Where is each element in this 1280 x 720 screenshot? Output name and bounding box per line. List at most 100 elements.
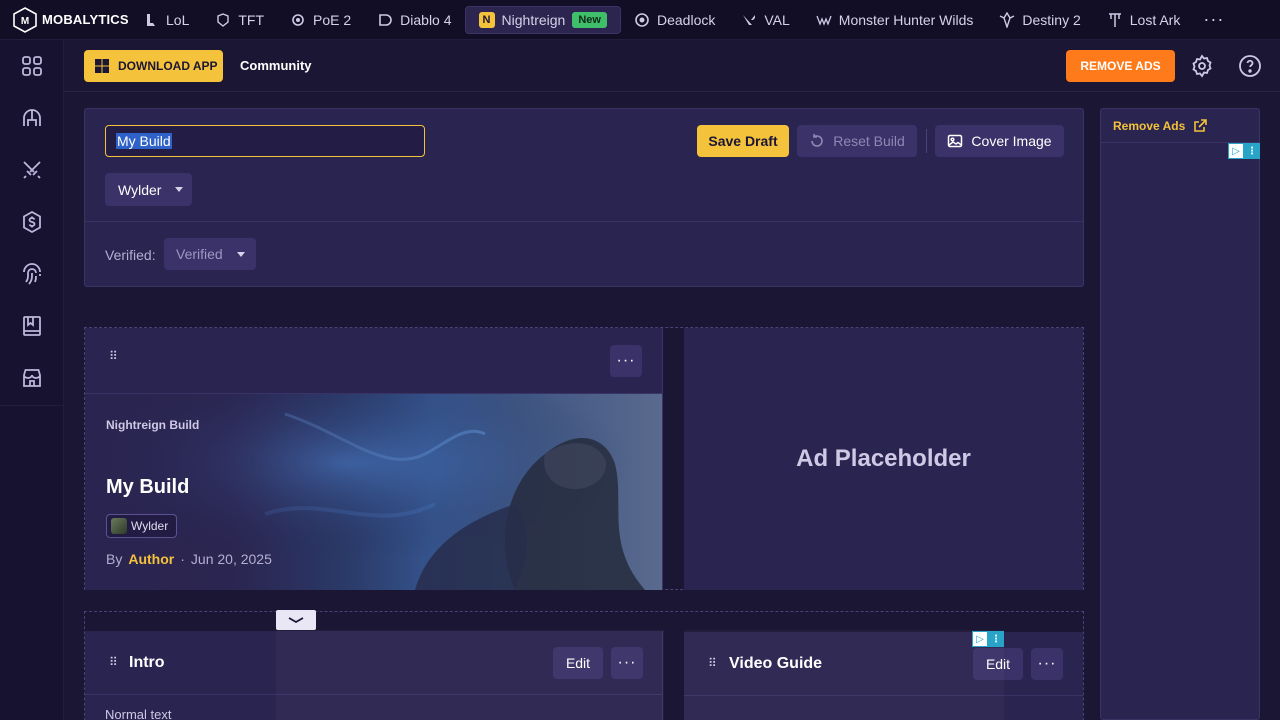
nightreign-icon: N [478,11,495,28]
nav-game-tft[interactable]: TFT [202,6,277,34]
more-games-icon[interactable]: ··· [1193,9,1234,30]
chevron-down-icon [175,187,184,192]
nav-game-val[interactable]: VAL [728,6,802,34]
author-link[interactable]: Author [128,551,174,567]
download-app-button[interactable]: DOWNLOAD APP [84,50,223,82]
reset-build-label: Reset Build [833,133,905,149]
adchoices-icon[interactable]: ▷ ⋮ [972,631,1004,647]
build-hero-panel: ⠿ ··· Nightreign Build My Build Wylder B… [85,328,663,590]
nav-game-label: TFT [238,11,265,28]
drag-handle-icon[interactable]: ⠿ [109,350,118,362]
class-select[interactable]: Wylder [105,173,192,206]
helmet-icon[interactable] [20,106,44,130]
top-nav: M MOBALYTICS LoL TFT PoE 2 Diablo 4 N Ni… [0,0,1280,40]
store-icon[interactable] [20,366,44,390]
remove-ads-link[interactable]: Remove Ads [1101,109,1259,143]
lol-icon [143,12,159,28]
nav-game-lol[interactable]: LoL [130,6,202,34]
ad-placeholder: Ad Placeholder [684,328,1083,590]
ad-sidebar: Remove Ads ▷ ⋮ [1100,108,1260,720]
nav-game-label: PoE 2 [313,11,352,28]
build-name-input[interactable]: My Build [105,125,425,157]
hero-title: My Build [106,476,190,498]
sub-bar: DOWNLOAD APP Community REMOVE ADS [64,40,1280,92]
class-avatar [111,518,127,534]
drag-handle-icon[interactable]: ⠿ [109,656,118,668]
hero-tag: Nightreign Build [106,418,200,432]
hover-overlay [276,630,664,720]
brand-name: MOBALYTICS [42,12,129,27]
byline-separator: · [180,551,185,567]
chevron-down-icon [288,617,304,624]
sidebar-divider [0,405,64,406]
community-link[interactable]: Community [240,58,312,73]
diablo4-icon [377,12,393,28]
nav-game-label: VAL [764,11,790,28]
lost-ark-icon [1107,12,1123,28]
save-draft-button[interactable]: Save Draft [697,125,789,157]
remove-ads-link-label: Remove Ads [1113,118,1186,133]
nav-game-label: Destiny 2 [1022,11,1081,28]
help-icon[interactable] [1238,54,1262,78]
hover-overlay [684,630,1004,720]
nav-game-mhw[interactable]: Monster Hunter Wilds [803,6,987,34]
destiny2-icon [999,11,1015,28]
build-name-value: My Build [116,133,172,149]
play-icon: ▷ [1228,143,1244,159]
remove-ads-button[interactable]: REMOVE ADS [1066,50,1175,82]
deadlock-icon [634,12,650,28]
adchoices-icon[interactable]: ▷ ⋮ [1228,143,1260,159]
nav-game-lost-ark[interactable]: Lost Ark [1094,6,1194,34]
nav-game-label: Nightreign [501,11,566,28]
text-style-select[interactable]: Normal text [105,707,171,720]
byline-prefix: By [106,551,123,567]
fingerprint-icon[interactable] [20,262,44,286]
more-options-button[interactable]: ··· [1031,648,1063,680]
hero-panel-header: ⠿ ··· [85,328,662,394]
tft-icon [215,12,231,28]
toolbar-divider [926,129,927,153]
gear-icon[interactable] [1190,54,1214,78]
verified-label: Verified: [105,247,156,263]
cover-image: Nightreign Build My Build Wylder By Auth… [85,394,662,590]
nav-game-label: Deadlock [656,11,716,28]
nav-game-deadlock[interactable]: Deadlock [621,6,728,34]
build-editor-card: My Build Wylder Save Draft Reset Build C… [84,108,1084,287]
class-chip-label: Wylder [131,519,169,533]
chevron-down-icon [236,251,245,257]
nav-game-label: Diablo 4 [400,11,452,28]
book-icon[interactable] [20,314,44,338]
nav-game-label: LoL [166,11,190,28]
currency-shield-icon[interactable] [20,210,44,234]
class-select-value: Wylder [118,181,162,198]
nav-game-label: Lost Ark [1129,11,1181,28]
publish-date: Jun 20, 2025 [190,551,272,567]
collapse-toggle[interactable] [276,610,316,630]
byline: By Author · Jun 20, 2025 [106,551,272,567]
verified-select[interactable]: Verified [164,238,256,270]
more-options-button[interactable]: ··· [610,345,642,377]
image-icon [948,134,963,148]
reset-icon [811,134,823,147]
windows-icon [95,59,109,73]
valorant-icon [741,12,757,28]
apps-grid-icon[interactable] [20,54,44,78]
mhw-icon [816,12,832,28]
nav-game-diablo4[interactable]: Diablo 4 [364,6,464,34]
swords-icon[interactable] [20,158,44,182]
verified-select-value: Verified [176,246,223,262]
nav-game-nightreign[interactable]: N Nightreign New [464,5,621,34]
mobalytics-logo-icon: M [13,6,37,33]
play-icon: ▷ [972,631,988,647]
nav-game-poe2[interactable]: PoE 2 [277,6,364,34]
new-badge: New [572,11,607,28]
logo[interactable]: M MOBALYTICS [0,6,130,33]
cover-image-button[interactable]: Cover Image [935,125,1064,157]
nav-game-destiny2[interactable]: Destiny 2 [986,6,1093,34]
left-sidebar [0,40,64,720]
rich-text-toolbar: Normal text [105,707,171,720]
kebab-icon: ⋮ [1244,143,1260,159]
editor-divider [85,221,1083,222]
reset-build-button[interactable]: Reset Build [797,125,917,157]
poe2-icon [290,12,306,28]
